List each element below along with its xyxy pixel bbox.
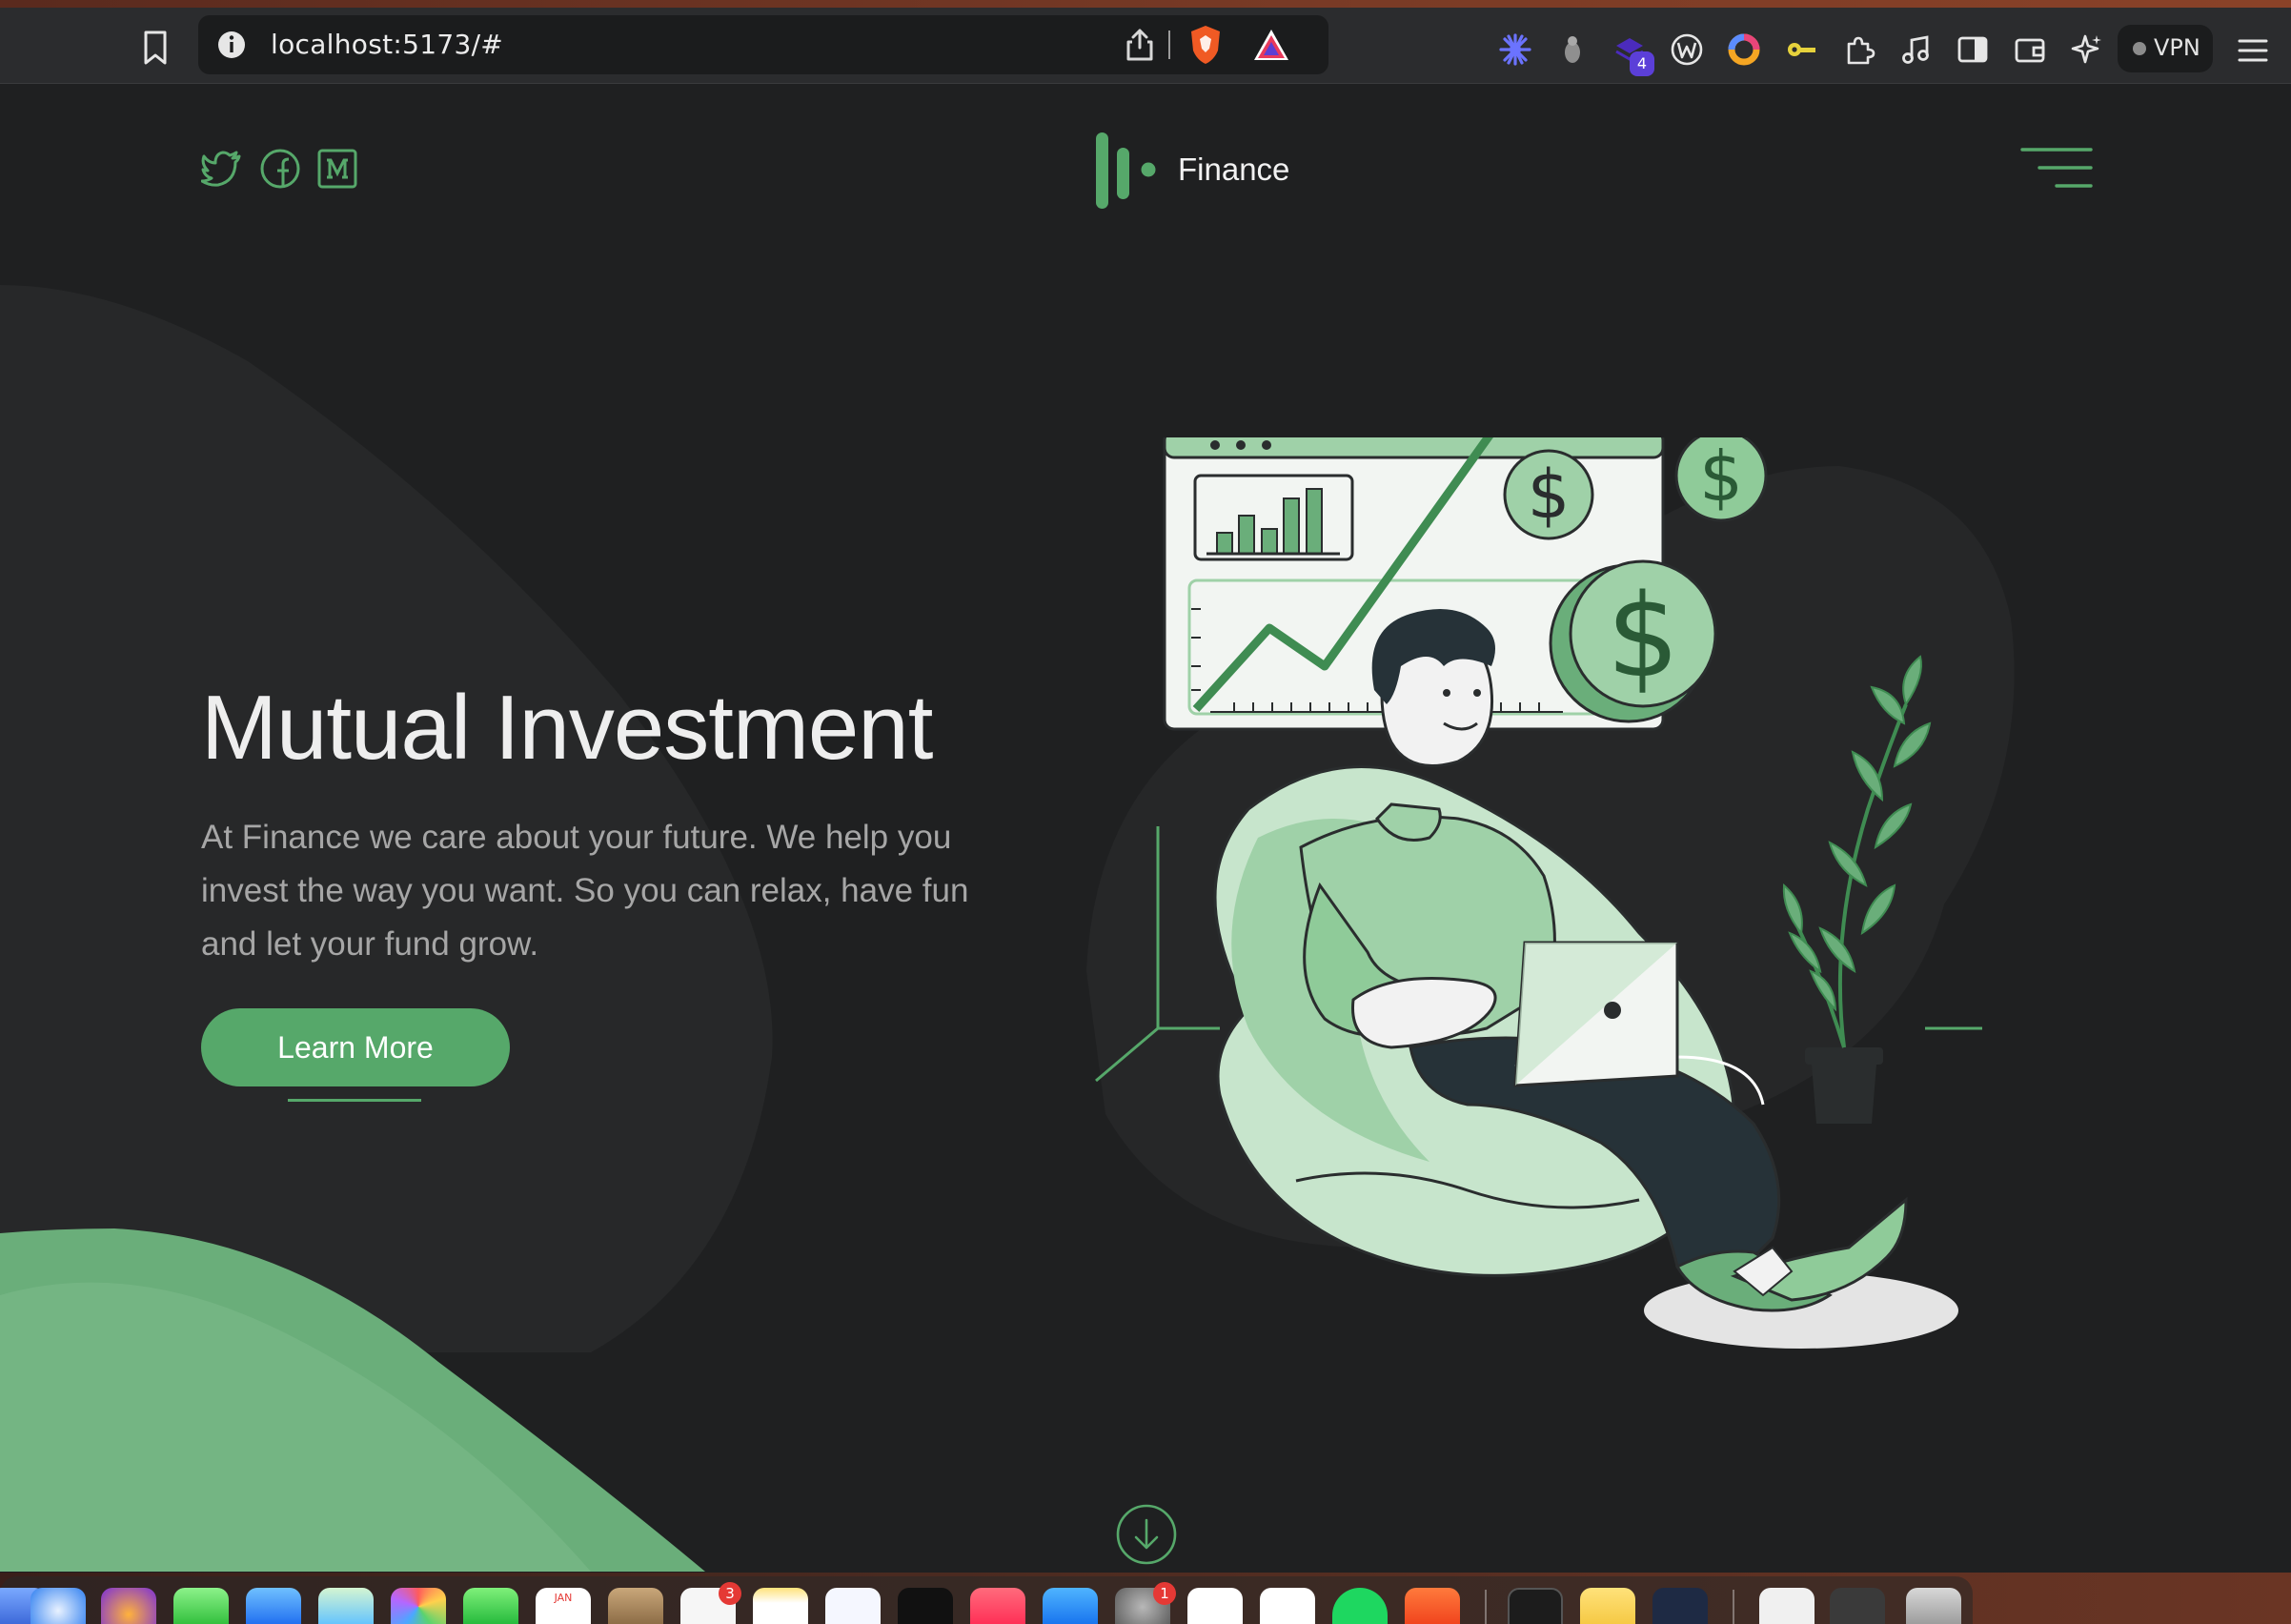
- reminders-badge: 3: [719, 1582, 741, 1605]
- leo-ai-icon[interactable]: [2070, 32, 2104, 67]
- facebook-icon[interactable]: [259, 148, 301, 190]
- media-music-icon[interactable]: [1898, 32, 1933, 67]
- dock-separator: [1485, 1590, 1487, 1624]
- dock-trash-icon[interactable]: [1906, 1588, 1961, 1624]
- wallet-icon[interactable]: [2013, 32, 2047, 67]
- extensions-puzzle-icon[interactable]: [1841, 32, 1875, 67]
- dock-app-terminal-icon[interactable]: [1508, 1588, 1563, 1624]
- dock-app-w-icon[interactable]: [1652, 1588, 1708, 1624]
- dock-app-mail-icon[interactable]: [246, 1588, 301, 1624]
- learn-more-button[interactable]: Learn More: [201, 1008, 510, 1086]
- bookmark-icon[interactable]: [138, 29, 172, 67]
- dock-app-maps-icon[interactable]: [318, 1588, 374, 1624]
- medium-icon[interactable]: [316, 148, 358, 190]
- dock-app-photos-icon[interactable]: [391, 1588, 446, 1624]
- dock-folder-recent-icon[interactable]: [1830, 1588, 1885, 1624]
- vpn-button[interactable]: VPN: [2118, 25, 2213, 72]
- brave-shields-icon[interactable]: [1187, 24, 1224, 66]
- twitter-icon[interactable]: [201, 148, 243, 190]
- dock-folder-downloads-icon[interactable]: [1759, 1588, 1815, 1624]
- dock-app-tv-icon[interactable]: [898, 1588, 953, 1624]
- dock-app-music-icon[interactable]: [970, 1588, 1025, 1624]
- dock-app-freeform-icon[interactable]: [825, 1588, 881, 1624]
- extension-w-icon[interactable]: [1670, 32, 1704, 67]
- dock-app-messages-icon[interactable]: [173, 1588, 229, 1624]
- cta-underline: [288, 1099, 421, 1102]
- address-bar[interactable]: localhost:5173/#: [198, 15, 1328, 74]
- extension-color-ring-icon[interactable]: [1727, 32, 1761, 67]
- share-icon[interactable]: [1123, 27, 1157, 63]
- window-top-strip: [0, 0, 2291, 8]
- svg-text:$: $: [1528, 456, 1571, 534]
- sidebar-toggle-icon[interactable]: [1956, 32, 1990, 67]
- site-info-icon[interactable]: [215, 29, 248, 61]
- dock-app-notes-icon[interactable]: [753, 1588, 808, 1624]
- dock-app-slack-icon[interactable]: [1187, 1588, 1243, 1624]
- extension-bug-icon[interactable]: [1555, 32, 1590, 67]
- vpn-status-dot: [2133, 42, 2146, 55]
- settings-badge: 1: [1153, 1582, 1176, 1605]
- vpn-label: VPN: [2154, 34, 2200, 61]
- landing-page: Finance Mutual Investment At Finance we …: [0, 85, 2291, 1572]
- hamburger-menu-icon[interactable]: [2018, 146, 2095, 190]
- dock-app-facetime-icon[interactable]: [463, 1588, 518, 1624]
- hero-title: Mutual Investment: [201, 677, 933, 779]
- dock-separator: [1733, 1590, 1734, 1624]
- scroll-down-icon[interactable]: [1115, 1503, 1178, 1566]
- browser-toolbar: localhost:5173/# 4 VPN: [0, 8, 2291, 84]
- dock-app-contacts-icon[interactable]: [608, 1588, 663, 1624]
- browser-menu-icon[interactable]: [2238, 38, 2268, 63]
- investor-illustration: $ $ $: [1095, 437, 1982, 1349]
- dock-app-vscode-icon[interactable]: [1260, 1588, 1315, 1624]
- url-text[interactable]: localhost:5173/#: [271, 29, 503, 60]
- extension-key-icon[interactable]: [1784, 32, 1818, 67]
- calendar-month-label: JAN: [554, 1592, 573, 1604]
- dock-app-calendar-icon[interactable]: JAN: [536, 1588, 591, 1624]
- finance-logo-icon[interactable]: [1092, 131, 1163, 211]
- dock-app-appstore-icon[interactable]: [1043, 1588, 1098, 1624]
- extension-sunburst-icon[interactable]: [1498, 32, 1532, 67]
- address-bar-divider: [1168, 30, 1170, 59]
- dock-app-safari-icon[interactable]: [30, 1588, 86, 1624]
- dock-app-brave-icon[interactable]: [1405, 1588, 1460, 1624]
- svg-text:$: $: [1607, 571, 1679, 703]
- brave-rewards-icon[interactable]: [1252, 27, 1290, 63]
- hero-description: At Finance we care about your future. We…: [201, 819, 969, 963]
- brand-name[interactable]: Finance: [1178, 152, 1289, 188]
- dock-app-firefox-icon[interactable]: [101, 1588, 156, 1624]
- svg-text:$: $: [1699, 437, 1743, 517]
- macos-dock: JAN 3 1: [0, 1573, 2291, 1624]
- dock-app-stickies-icon[interactable]: [1580, 1588, 1635, 1624]
- extension-badge: 4: [1630, 51, 1654, 76]
